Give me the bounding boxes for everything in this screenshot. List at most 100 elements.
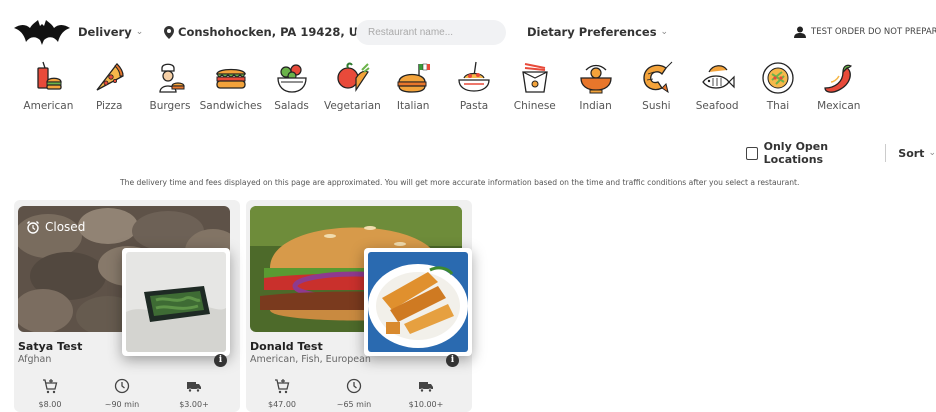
open-locations-label[interactable]: Only Open Locations [764,140,876,166]
category-thai[interactable]: Thai [748,60,809,122]
delivery-fee-stat: $10.00+ [390,378,462,409]
min-order-value: $8.00 [38,400,62,409]
restaurant-cuisine: Afghan [18,354,52,365]
category-pizza[interactable]: Pizza [79,60,140,122]
location-selector[interactable]: Conshohocken, PA 19428, USA ⌄ [164,25,387,39]
category-label: Mexican [817,100,861,112]
user-account-menu[interactable]: TEST ORDER DO NOT PREPARE [794,26,936,38]
category-chinese[interactable]: Chinese [504,60,565,122]
italian-icon [397,63,431,93]
category-label: Salads [274,100,309,112]
restaurant-card[interactable]: Donald Test American, Fish, European i $… [246,200,472,412]
delivery-fee-value: $10.00+ [408,400,444,409]
chevron-down-icon: ⌄ [660,27,669,37]
american-food-icon [37,61,63,90]
chili-pepper-icon [824,64,852,93]
delivery-truck-icon [187,382,201,393]
delivery-fee-stat: $3.00+ [158,378,230,409]
delivery-time-stat: ~90 min [86,378,158,409]
delivery-fee-value: $3.00+ [179,400,209,409]
category-burgers[interactable]: Burgers [140,60,201,122]
category-pasta[interactable]: Pasta [444,60,505,122]
sandwich-icon [215,68,246,89]
filter-bar: Only Open Locations Sort ⌄ [746,140,936,166]
restaurant-logo-image [122,248,230,356]
cart-icon [43,379,58,394]
top-nav: Delivery ⌄ Conshohocken, PA 19428, USA ⌄… [0,10,936,56]
bat-logo-icon[interactable] [14,18,70,46]
chevron-down-icon: ⌄ [928,148,936,158]
restaurant-search-input[interactable] [356,20,506,45]
category-label: Pasta [459,100,489,112]
category-seafood[interactable]: Seafood [687,60,748,122]
category-american[interactable]: American [18,60,79,122]
restaurant-cuisine: American, Fish, European [250,354,371,365]
category-label: Seafood [695,100,739,112]
category-label: Sandwiches [199,100,262,112]
delivery-mode-dropdown[interactable]: Delivery ⌄ [78,25,143,39]
min-order-stat: $8.00 [14,378,86,409]
cart-icon [275,379,290,394]
delivery-truck-icon [419,382,433,393]
category-label: Thai [766,100,790,112]
category-label: Sushi [642,100,671,112]
delivery-time-stat: ~65 min [318,378,390,409]
thai-plate-icon [762,62,794,94]
burger-chef-icon [159,63,185,93]
category-mexican[interactable]: Mexican [808,60,869,122]
pasta-icon [458,61,490,92]
user-name-label: TEST ORDER DO NOT PREPARE [811,27,936,37]
category-sushi[interactable]: Sushi [626,60,687,122]
sort-dropdown[interactable]: Sort ⌄ [898,147,936,160]
chinese-takeout-icon [522,63,548,93]
chevron-down-icon: ⌄ [135,27,144,37]
min-order-value: $47.00 [268,400,296,409]
pizza-icon [96,63,124,91]
category-label: Vegetarian [323,100,381,112]
sort-label: Sort [898,146,925,160]
category-label: Indian [579,100,612,112]
category-label: Italian [396,100,430,112]
category-label: Pizza [95,100,123,112]
category-salads[interactable]: Salads [261,60,322,122]
user-icon [794,26,806,38]
vegetables-icon [337,62,370,92]
delivery-estimate-notice: The delivery time and fees displayed on … [120,178,800,187]
restaurant-name[interactable]: Satya Test [18,340,82,353]
filter-divider [885,144,887,162]
salad-icon [276,64,307,93]
restaurant-card[interactable]: Closed Satya Test Afghan i $8.00 ~90 min… [14,200,240,412]
dietary-preferences-dropdown[interactable]: Dietary Preferences ⌄ [527,25,668,39]
info-icon[interactable]: i [446,354,459,367]
restaurant-logo-image [364,248,472,356]
category-label: Chinese [513,100,556,112]
alarm-clock-icon [27,221,39,234]
min-order-stat: $47.00 [246,378,318,409]
restaurant-name[interactable]: Donald Test [250,340,323,353]
location-label: Conshohocken, PA 19428, USA [178,25,376,39]
category-label: American [23,100,74,112]
app-window: Delivery ⌄ Conshohocken, PA 19428, USA ⌄… [0,0,936,412]
shrimp-icon [643,61,673,94]
cuisine-category-bar: American Pizza Burgers Sandwiches Salads… [18,60,930,122]
category-italian[interactable]: Italian [383,60,444,122]
category-label: Burgers [149,100,191,112]
map-pin-icon [164,25,174,39]
delivery-mode-label: Delivery [78,25,132,39]
seafood-icon [702,65,735,89]
delivery-time-value: ~90 min [104,400,140,409]
indian-bowl-icon [579,64,612,94]
open-locations-checkbox[interactable] [746,146,758,160]
closed-label: Closed [45,220,86,234]
category-indian[interactable]: Indian [565,60,626,122]
clock-icon [346,378,362,394]
delivery-time-value: ~65 min [336,400,372,409]
restaurant-stats: $47.00 ~65 min $10.00+ [246,378,472,409]
dietary-preferences-label: Dietary Preferences [527,25,657,39]
category-vegetarian[interactable]: Vegetarian [322,60,383,122]
info-icon[interactable]: i [214,354,227,367]
clock-icon [114,378,130,394]
closed-status-badge: Closed [26,220,85,234]
category-sandwiches[interactable]: Sandwiches [199,60,262,122]
restaurant-stats: $8.00 ~90 min $3.00+ [14,378,240,409]
